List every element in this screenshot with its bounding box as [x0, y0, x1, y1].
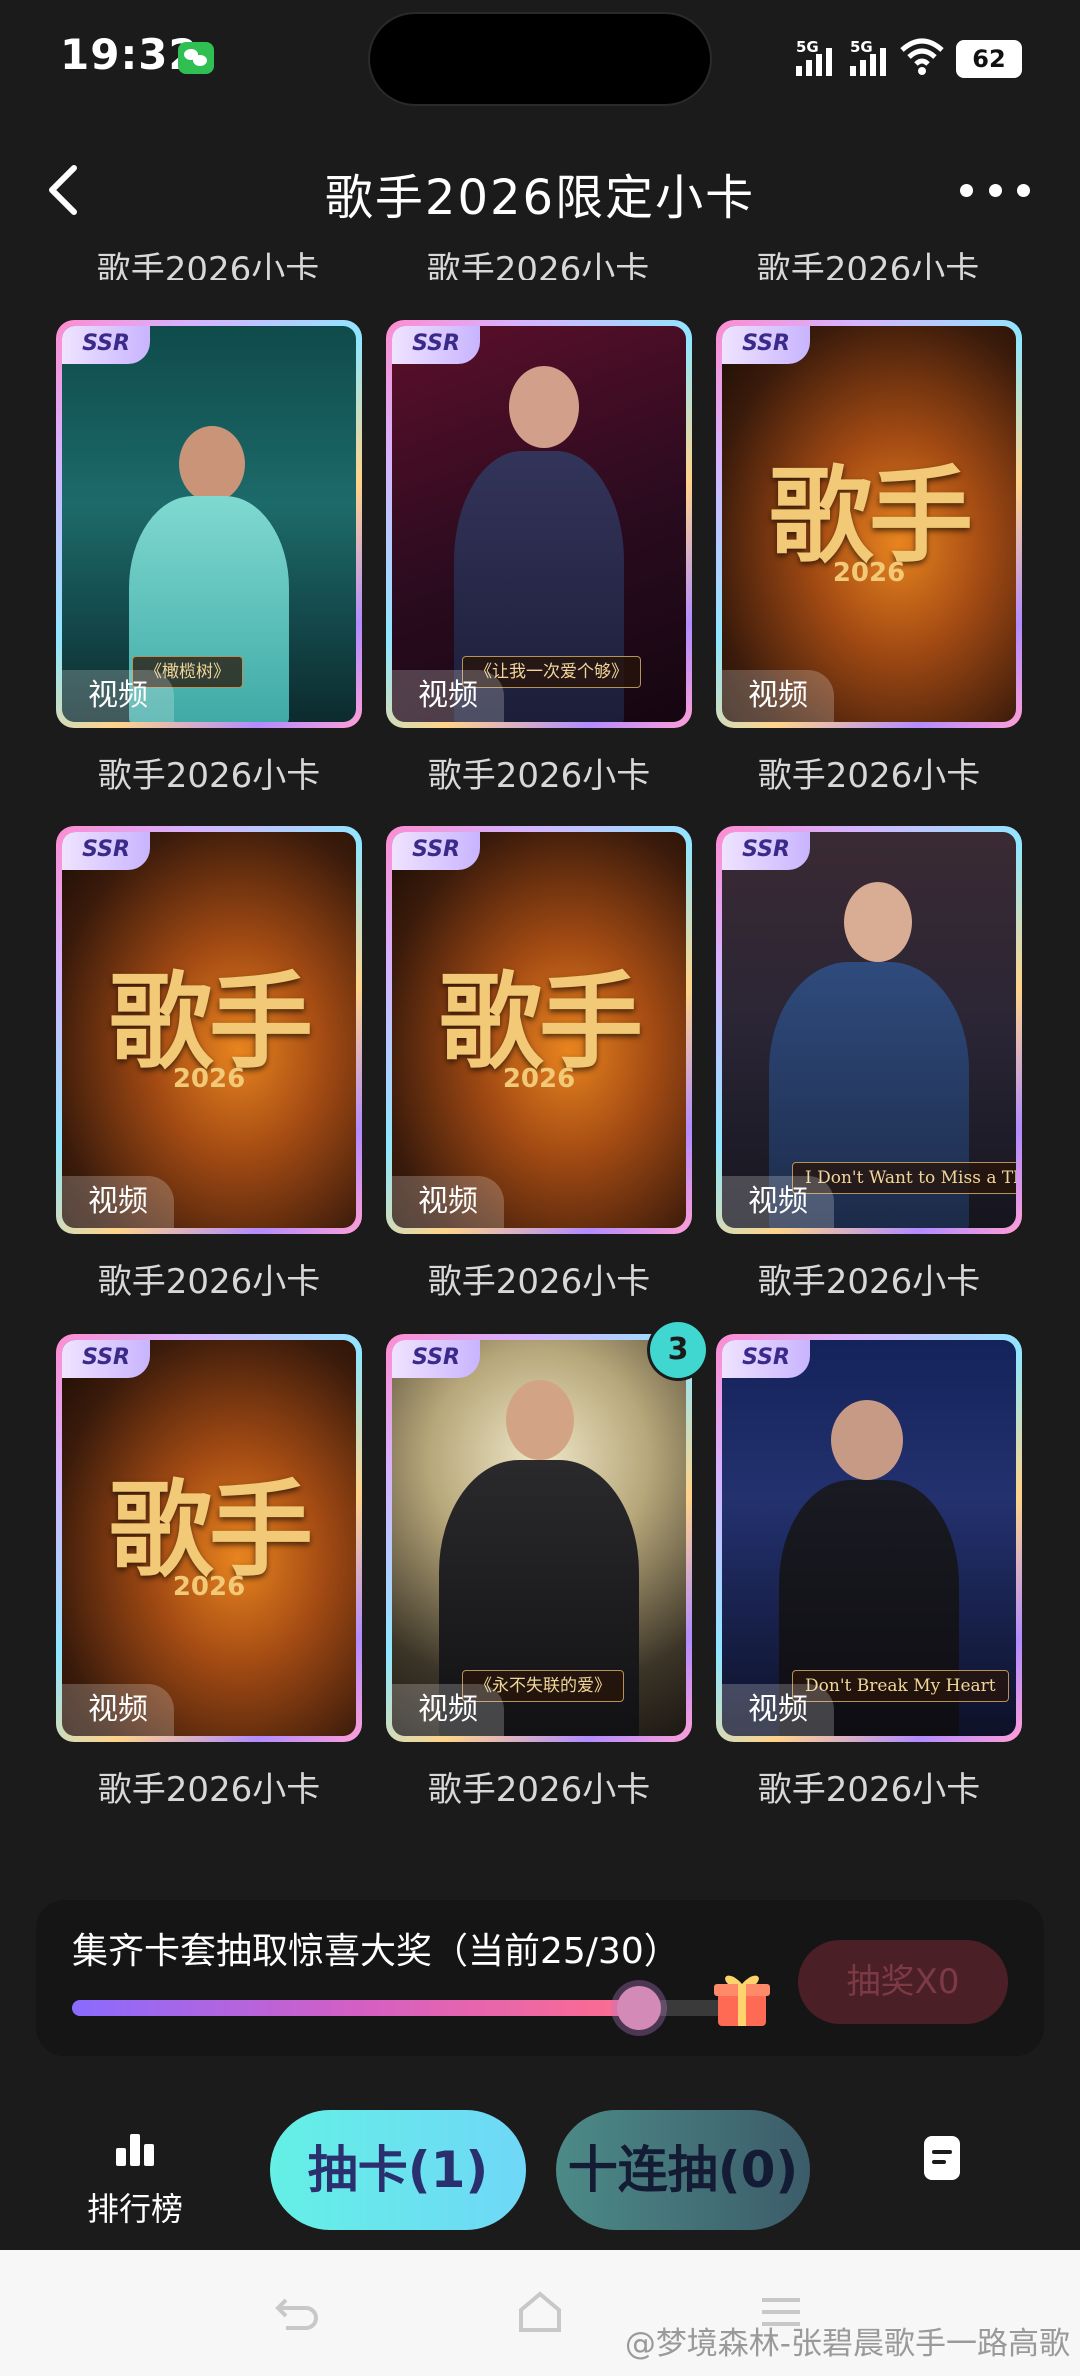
progress-knob	[616, 1986, 661, 2030]
card-caption: 歌手2026小卡	[756, 250, 980, 280]
progress-text: 集齐卡套抽取惊喜大奖（当前25/30）	[72, 1931, 680, 1972]
card-caption: 歌手2026小卡	[757, 1770, 981, 1810]
progress-fill	[72, 2000, 639, 2016]
rarity-badge: SSR	[62, 326, 150, 364]
photo-card[interactable]: 歌手 2026 SSR 视频	[716, 320, 1022, 728]
more-options-icon[interactable]	[960, 178, 1030, 202]
show-logo-year: 2026	[832, 558, 906, 588]
rarity-badge: SSR	[722, 326, 810, 364]
card-caption: 歌手2026小卡	[97, 1262, 321, 1302]
video-tag: 视频	[392, 1684, 504, 1736]
previous-row-captions: 歌手2026小卡 歌手2026小卡 歌手2026小卡	[0, 230, 1080, 280]
camera-notch	[370, 14, 710, 104]
card-caption: 歌手2026小卡	[97, 756, 321, 796]
rarity-badge: SSR	[722, 832, 810, 870]
video-tag: 视频	[722, 670, 834, 722]
system-home-icon[interactable]	[515, 2290, 565, 2334]
photo-card[interactable]: SSR 《让我一次爱个够》 视频	[386, 320, 692, 728]
wechat-icon	[178, 42, 214, 74]
signal-icon-2	[850, 48, 886, 76]
card-count-badge: 3	[650, 1322, 706, 1378]
rules-document-icon[interactable]	[920, 2132, 964, 2184]
leaderboard-icon	[116, 2134, 154, 2166]
status-bar: 19:32 5G 5G 62	[0, 0, 1080, 120]
wifi-icon	[900, 38, 944, 75]
page-header: 歌手2026限定小卡	[0, 140, 1080, 240]
photo-card[interactable]: 歌手 2026 SSR 视频	[56, 826, 362, 1234]
video-tag: 视频	[392, 670, 504, 722]
rarity-badge: SSR	[392, 326, 480, 364]
show-logo-year: 2026	[502, 1064, 576, 1094]
battery-indicator: 62	[956, 40, 1022, 78]
rarity-badge: SSR	[392, 1340, 480, 1378]
draw-one-button[interactable]: 抽卡(1)	[270, 2110, 526, 2230]
card-caption: 歌手2026小卡	[97, 1770, 321, 1810]
video-tag: 视频	[722, 1684, 834, 1736]
show-logo-year: 2026	[172, 1572, 246, 1602]
leaderboard-tab[interactable]: 排行榜	[70, 2130, 200, 2230]
video-tag: 视频	[62, 670, 174, 722]
show-logo-year: 2026	[172, 1064, 246, 1094]
photo-card[interactable]: 歌手 2026 SSR 视频	[56, 1334, 362, 1742]
card-caption: 歌手2026小卡	[757, 756, 981, 796]
progress-bar	[72, 1986, 752, 2030]
leaderboard-label: 排行榜	[86, 2190, 183, 2228]
photo-card[interactable]: 歌手 2026 SSR 视频	[386, 826, 692, 1234]
rarity-badge: SSR	[392, 832, 480, 870]
rarity-badge: SSR	[62, 832, 150, 870]
video-tag: 视频	[62, 1176, 174, 1228]
rarity-badge: SSR	[722, 1340, 810, 1378]
page-title: 歌手2026限定小卡	[324, 170, 756, 226]
card-caption: 歌手2026小卡	[427, 1770, 651, 1810]
rarity-badge: SSR	[62, 1340, 150, 1378]
video-tag: 视频	[62, 1684, 174, 1736]
bottom-nav: 排行榜 抽卡(1) 十连抽(0)	[0, 2090, 1080, 2250]
card-caption: 歌手2026小卡	[427, 756, 651, 796]
prize-draw-button[interactable]: 抽奖X0	[798, 1940, 1008, 2024]
collection-progress-panel: 集齐卡套抽取惊喜大奖（当前25/30） 抽奖X0	[36, 1900, 1044, 2056]
photo-card[interactable]: SSR 《橄榄树》 视频	[56, 320, 362, 728]
draw-ten-button[interactable]: 十连抽(0)	[556, 2110, 810, 2230]
photo-card[interactable]: SSR 《永不失联的爱》 视频	[386, 1334, 692, 1742]
card-caption: 歌手2026小卡	[426, 250, 650, 280]
signal-icon-1	[796, 48, 832, 76]
card-caption: 歌手2026小卡	[96, 250, 320, 280]
card-caption: 歌手2026小卡	[757, 1262, 981, 1302]
video-tag: 视频	[392, 1176, 504, 1228]
gift-icon	[714, 1975, 770, 2026]
photo-card[interactable]: SSR Don't Break My Heart 视频	[716, 1334, 1022, 1742]
photo-card[interactable]: SSR I Don't Want to Miss a Thing 视频	[716, 826, 1022, 1234]
system-back-icon[interactable]	[272, 2290, 322, 2334]
watermark-text: @梦境森林-张碧晨歌手一路高歌	[624, 2326, 1070, 2362]
video-tag: 视频	[722, 1176, 834, 1228]
card-caption: 歌手2026小卡	[427, 1262, 651, 1302]
